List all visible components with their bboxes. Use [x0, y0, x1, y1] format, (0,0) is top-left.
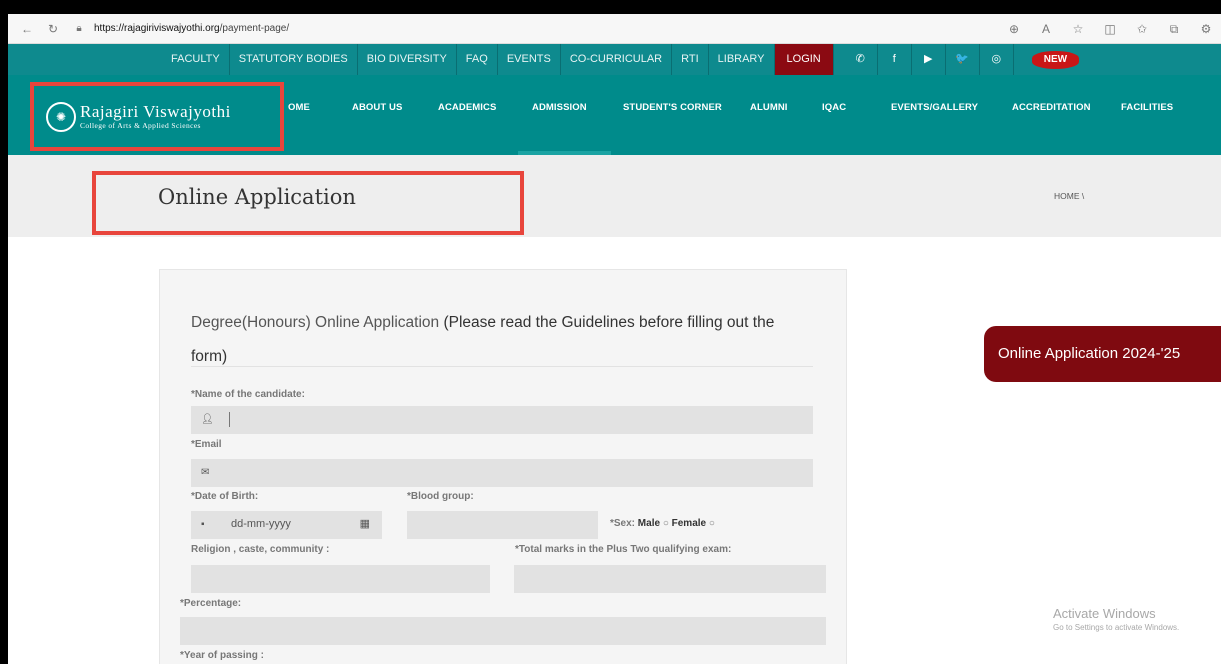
- read-aloud-icon[interactable]: A: [1037, 20, 1055, 38]
- form-heading-title: Degree(Honours) Online Application: [191, 314, 440, 331]
- percentage-label: *Percentage:: [180, 598, 242, 609]
- favorites-icon[interactable]: ✩: [1133, 20, 1151, 38]
- email-label: *Email: [191, 439, 222, 450]
- text-cursor: [229, 412, 230, 427]
- activate-windows-watermark: Activate Windows Go to Settings to activ…: [1053, 606, 1179, 632]
- youtube-icon[interactable]: ▶: [912, 44, 946, 75]
- watermark-line1: Activate Windows: [1053, 606, 1156, 621]
- sex-female-radio[interactable]: ○: [709, 518, 715, 529]
- college-emblem-icon: ✺: [46, 101, 76, 132]
- twitter-icon[interactable]: 🐦: [946, 44, 980, 75]
- lock-icon[interactable]: 🔒︎: [70, 20, 88, 38]
- marks-field[interactable]: [514, 565, 826, 593]
- top-link-faq[interactable]: FAQ: [457, 44, 498, 75]
- sex-female-label: Female: [671, 518, 707, 529]
- year-label: *Year of passing :: [180, 650, 264, 661]
- nav-events-gallery[interactable]: EVENTS/GALLERY: [891, 102, 978, 113]
- browser-window: ← ↻ 🔒︎ https://rajagiriviswajyothi.org/p…: [8, 14, 1221, 664]
- browser-toolbar: ← ↻ 🔒︎ https://rajagiriviswajyothi.org/p…: [8, 14, 1221, 44]
- top-link-library[interactable]: LIBRARY: [709, 44, 775, 75]
- top-link-rti[interactable]: RTI: [672, 44, 709, 75]
- zoom-icon[interactable]: ⊕: [1005, 20, 1023, 38]
- marks-label: *Total marks in the Plus Two qualifying …: [515, 544, 732, 555]
- user-icon: 👤︎: [201, 414, 214, 425]
- url-path: /payment-page/: [219, 23, 290, 34]
- nav-alumni[interactable]: ALUMNI: [750, 102, 788, 113]
- sex-male-label: Male: [637, 518, 661, 529]
- dob-label: *Date of Birth:: [191, 491, 259, 502]
- watermark-line2: Go to Settings to activate Windows.: [1053, 623, 1180, 632]
- nav-accreditation[interactable]: ACCREDITATION: [1012, 102, 1091, 113]
- logo-subtitle: College of Arts & Applied Sciences: [80, 120, 201, 130]
- calendar-left-icon: ▪: [201, 519, 205, 530]
- top-link-statutory-bodies[interactable]: STATUTORY BODIES: [230, 44, 358, 75]
- heading-divider: [191, 366, 813, 367]
- new-badge[interactable]: NEW: [1031, 50, 1080, 69]
- sex-radio-group: *Sex: Male ○ Female ○: [610, 518, 715, 529]
- dob-placeholder: dd-mm-yyyy: [231, 518, 291, 530]
- religion-field[interactable]: [191, 565, 490, 593]
- favorite-icon[interactable]: ☆: [1069, 20, 1087, 38]
- url-host: https://rajagiriviswajyothi.org: [94, 23, 220, 34]
- form-heading: Degree(Honours) Online Application (Plea…: [191, 306, 811, 374]
- split-screen-icon[interactable]: ◫: [1101, 20, 1119, 38]
- nav-home[interactable]: OME: [288, 102, 310, 113]
- collections-icon[interactable]: ⧉: [1165, 20, 1183, 38]
- top-strip: FACULTY STATUTORY BODIES BIO DIVERSITY F…: [8, 44, 1221, 75]
- nav-iqac[interactable]: IQAC: [822, 102, 846, 113]
- address-bar[interactable]: https://rajagiriviswajyothi.org/payment-…: [94, 23, 289, 34]
- envelope-icon: ✉: [201, 467, 210, 478]
- nav-academics[interactable]: ACADEMICS: [438, 102, 496, 113]
- extensions-icon[interactable]: ⚙: [1197, 20, 1215, 38]
- dob-field[interactable]: ▪ dd-mm-yyyy ▦: [191, 511, 382, 539]
- nav-facilities[interactable]: FACILITIES: [1121, 102, 1173, 113]
- logo-name: Rajagiri Viswajyothi: [80, 101, 231, 121]
- facebook-icon[interactable]: f: [878, 44, 912, 75]
- instagram-icon[interactable]: ◎: [980, 44, 1014, 75]
- logo: Rajagiri Viswajyothi College of Arts & A…: [80, 101, 231, 131]
- top-link-faculty[interactable]: FACULTY: [162, 44, 230, 75]
- browser-actions: ⊕ A ☆ ◫ ✩ ⧉ ⚙: [1005, 20, 1215, 38]
- email-field[interactable]: ✉: [191, 459, 813, 487]
- reload-icon[interactable]: ↻: [44, 20, 62, 38]
- top-link-co-curricular[interactable]: CO-CURRICULAR: [561, 44, 673, 75]
- sex-male-radio[interactable]: ○: [663, 518, 669, 529]
- name-label: *Name of the candidate:: [191, 389, 305, 400]
- logo-highlight-box[interactable]: ✺ Rajagiri Viswajyothi College of Arts &…: [30, 82, 284, 151]
- top-link-events[interactable]: EVENTS: [498, 44, 561, 75]
- breadcrumb[interactable]: HOME \: [1054, 191, 1084, 201]
- back-icon[interactable]: ←: [18, 20, 36, 38]
- page-title: Online Application: [158, 185, 356, 209]
- percentage-field[interactable]: [180, 617, 826, 645]
- calendar-picker-icon[interactable]: ▦: [360, 517, 370, 530]
- phone-icon[interactable]: ✆: [844, 44, 878, 75]
- page-title-band: Online Application HOME \: [8, 155, 1221, 237]
- nav-admission[interactable]: ADMISSION: [532, 102, 587, 113]
- blood-group-label: *Blood group:: [407, 491, 474, 502]
- top-link-bio-diversity[interactable]: BIO DIVERSITY: [358, 44, 457, 75]
- login-button[interactable]: LOGIN: [774, 44, 834, 75]
- nav-students-corner[interactable]: STUDENT'S CORNER: [623, 102, 722, 113]
- religion-label: Religion , caste, community :: [191, 544, 330, 555]
- main-nav: ✺ Rajagiri Viswajyothi College of Arts &…: [8, 75, 1221, 155]
- sex-label: *Sex:: [610, 518, 636, 529]
- online-application-button[interactable]: Online Application 2024-'25: [984, 326, 1221, 382]
- name-field[interactable]: 👤︎: [191, 406, 813, 434]
- blood-group-field[interactable]: [407, 511, 598, 539]
- nav-about-us[interactable]: ABOUT US: [352, 102, 402, 113]
